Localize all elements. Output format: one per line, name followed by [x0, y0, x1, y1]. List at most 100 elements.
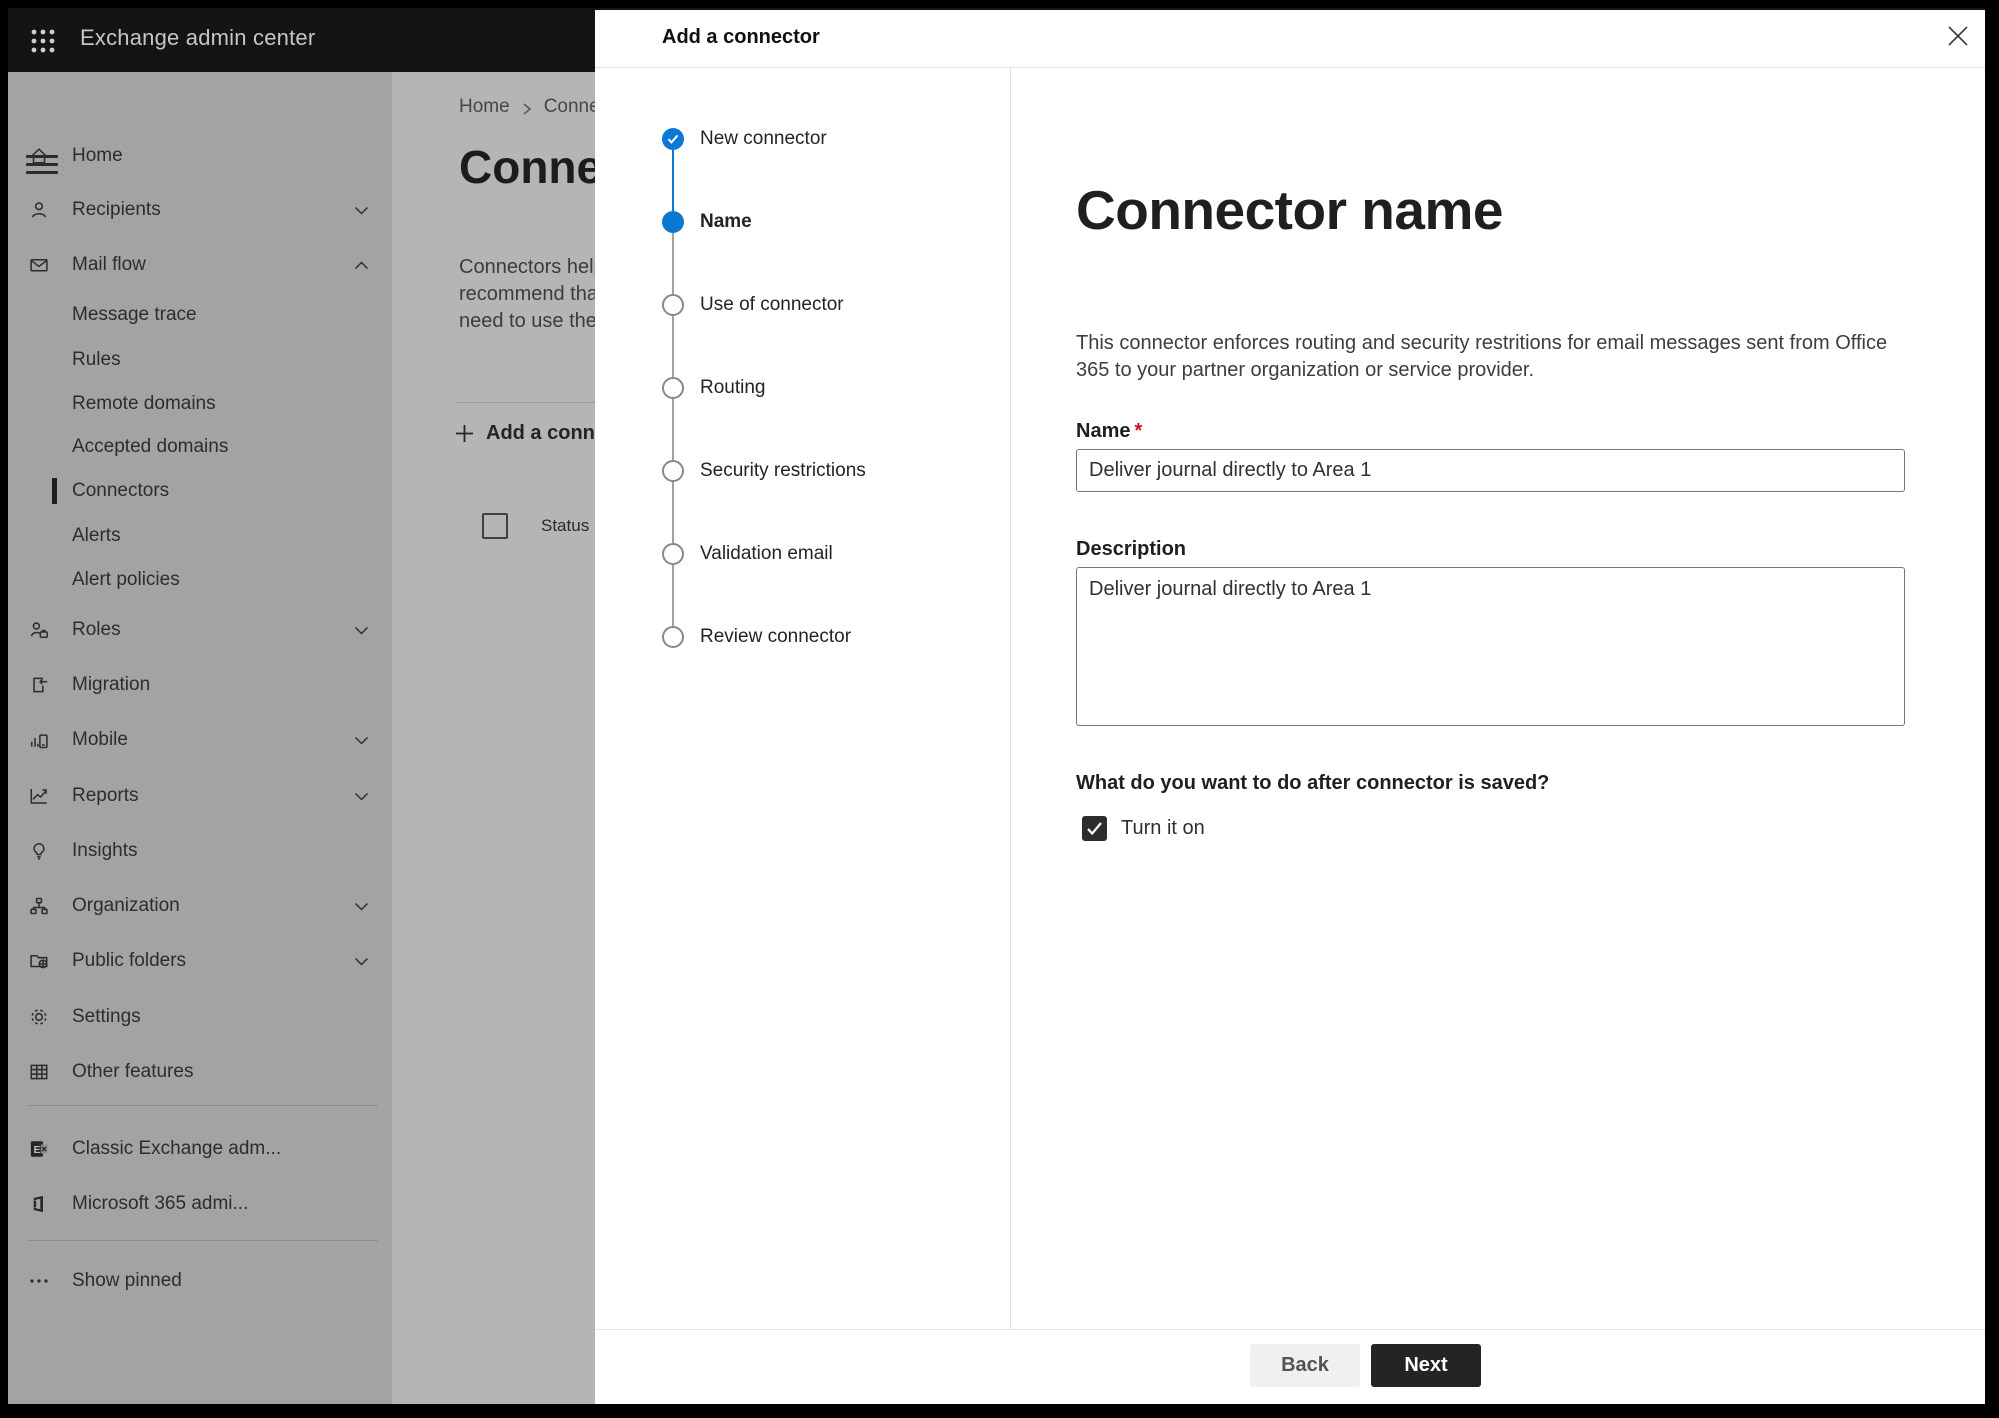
- sidebar-item-accepted-domains[interactable]: Accepted domains: [8, 427, 392, 467]
- step-connector-line: [672, 565, 674, 626]
- step-completed-icon: [662, 128, 684, 150]
- sidebar-item-show-pinned[interactable]: Show pinned: [8, 1261, 392, 1301]
- step-upcoming-icon: [662, 626, 684, 648]
- sidebar-item-mobile[interactable]: Mobile: [8, 720, 392, 760]
- sidebar-item-label: Classic Exchange adm...: [72, 1138, 282, 1159]
- sidebar-item-settings[interactable]: Settings: [8, 997, 392, 1037]
- page-description: Connectors help recommend that need to u…: [459, 256, 605, 332]
- sidebar-item-label: Migration: [72, 674, 151, 695]
- sidebar-item-label: Recipients: [72, 199, 161, 220]
- sidebar-item-recipients[interactable]: Recipients: [8, 190, 392, 230]
- chevron-down-icon: [353, 622, 370, 639]
- step-label: Validation email: [700, 543, 833, 564]
- selected-indicator: [52, 478, 57, 504]
- sidebar-item-microsoft-365-admi[interactable]: Microsoft 365 admi...: [8, 1184, 392, 1224]
- step-label: Security restrictions: [700, 460, 866, 481]
- sidebar-item-organization[interactable]: Organization: [8, 886, 392, 926]
- wizard-step-new-connector[interactable]: New connector: [595, 127, 1010, 151]
- sidebar-item-insights[interactable]: Insights: [8, 831, 392, 871]
- step-connector-line: [672, 482, 674, 543]
- step-connector-line: [672, 316, 674, 377]
- sidebar-item-mail-flow[interactable]: Mail flow: [8, 245, 392, 285]
- sidebar-item-label: Accepted domains: [72, 436, 229, 457]
- app-window: Exchange admin center Home Recipients Mail…: [8, 8, 1985, 1404]
- sidebar-item-remote-domains[interactable]: Remote domains: [8, 384, 392, 424]
- sidebar-divider: [28, 1240, 378, 1241]
- add-connector-button[interactable]: Add a conn: [455, 422, 595, 445]
- step-upcoming-icon: [662, 294, 684, 316]
- description-textarea[interactable]: Deliver journal directly to Area 1: [1076, 567, 1905, 726]
- sidebar-item-label: Remote domains: [72, 393, 216, 414]
- breadcrumb-home[interactable]: Home: [459, 96, 510, 118]
- wizard-step-name[interactable]: Name: [595, 210, 1010, 234]
- after-save-question: What do you want to do after connector i…: [1076, 772, 1550, 794]
- wizard-step-use-of-connector[interactable]: Use of connector: [595, 293, 1010, 317]
- reports-icon: [28, 785, 50, 807]
- sidebar-item-roles[interactable]: Roles: [8, 610, 392, 650]
- step-description: This connector enforces routing and secu…: [1076, 332, 1888, 381]
- sidebar-item-label: Settings: [72, 1006, 141, 1027]
- required-marker: *: [1134, 420, 1143, 442]
- sidebar-item-public-folders[interactable]: Public folders: [8, 941, 392, 981]
- chevron-down-icon: [353, 898, 370, 915]
- sidebar-item-classic-exchange-adm[interactable]: E Classic Exchange adm...: [8, 1129, 392, 1169]
- sidebar-item-reports[interactable]: Reports: [8, 776, 392, 816]
- sidebar-divider: [28, 1105, 378, 1106]
- panel-title: Add a connector: [662, 26, 820, 48]
- back-button[interactable]: Back: [1250, 1344, 1360, 1387]
- exchange-icon: E: [28, 1138, 50, 1160]
- chevron-down-icon: [353, 953, 370, 970]
- home-icon: [28, 145, 50, 167]
- sidebar-item-rules[interactable]: Rules: [8, 340, 392, 380]
- sidebar-item-alert-policies[interactable]: Alert policies: [8, 560, 392, 600]
- sidebar-item-alerts[interactable]: Alerts: [8, 516, 392, 556]
- turn-it-on-checkbox-row[interactable]: Turn it on: [1082, 816, 1205, 841]
- sidebar-item-other-features[interactable]: Other features: [8, 1052, 392, 1092]
- step-connector-line: [672, 233, 674, 294]
- step-label: Routing: [700, 377, 766, 398]
- add-connector-panel: Add a connector New connector Name Use of …: [595, 10, 1985, 1404]
- wizard-step-routing[interactable]: Routing: [595, 376, 1010, 400]
- chevron-down-icon: [353, 788, 370, 805]
- select-all-checkbox[interactable]: [482, 513, 508, 539]
- grid-icon: [28, 1061, 50, 1083]
- description-field-label: Description: [1076, 538, 1187, 560]
- mobile-icon: [28, 729, 50, 751]
- plus-icon: [455, 424, 474, 443]
- sidebar-item-connectors[interactable]: Connectors: [8, 471, 392, 511]
- sidebar-item-label: Show pinned: [72, 1270, 182, 1291]
- chevron-down-icon: [353, 732, 370, 749]
- sidebar-item-label: Alerts: [72, 525, 121, 546]
- roles-icon: [28, 619, 50, 641]
- next-button[interactable]: Next: [1371, 1344, 1481, 1387]
- sidebar-item-home[interactable]: Home: [8, 136, 392, 176]
- wizard-step-security-restrictions[interactable]: Security restrictions: [595, 459, 1010, 483]
- app-launcher-icon[interactable]: [30, 28, 56, 54]
- app-title: Exchange admin center: [80, 25, 316, 50]
- office-icon: [28, 1193, 50, 1215]
- sidebar-item-label: Message trace: [72, 304, 197, 325]
- sidebar-item-label: Connectors: [72, 480, 170, 501]
- mail-icon: [28, 254, 50, 276]
- insights-icon: [28, 840, 50, 862]
- breadcrumb: Home Conne: [459, 96, 600, 118]
- checkbox-checked-icon[interactable]: [1082, 816, 1107, 841]
- wizard-step-review-connector[interactable]: Review connector: [595, 625, 1010, 649]
- sidebar-item-label: Reports: [72, 785, 139, 806]
- step-active-icon: [662, 211, 684, 233]
- step-upcoming-icon: [662, 377, 684, 399]
- sidebar-item-message-trace[interactable]: Message trace: [8, 295, 392, 335]
- name-input[interactable]: [1076, 449, 1905, 492]
- sidebar-item-label: Other features: [72, 1061, 194, 1082]
- wizard-steps: New connector Name Use of connector Routing…: [595, 68, 1011, 1330]
- settings-icon: [28, 1006, 50, 1028]
- sidebar-item-label: Home: [72, 145, 123, 166]
- step-upcoming-icon: [662, 460, 684, 482]
- status-column-header[interactable]: Status: [541, 516, 589, 536]
- sidebar-item-label: Mobile: [72, 729, 128, 750]
- close-icon[interactable]: [1945, 23, 1971, 49]
- wizard-step-validation-email[interactable]: Validation email: [595, 542, 1010, 566]
- sidebar-item-label: Insights: [72, 840, 138, 861]
- organization-icon: [28, 895, 50, 917]
- sidebar-item-migration[interactable]: Migration: [8, 665, 392, 705]
